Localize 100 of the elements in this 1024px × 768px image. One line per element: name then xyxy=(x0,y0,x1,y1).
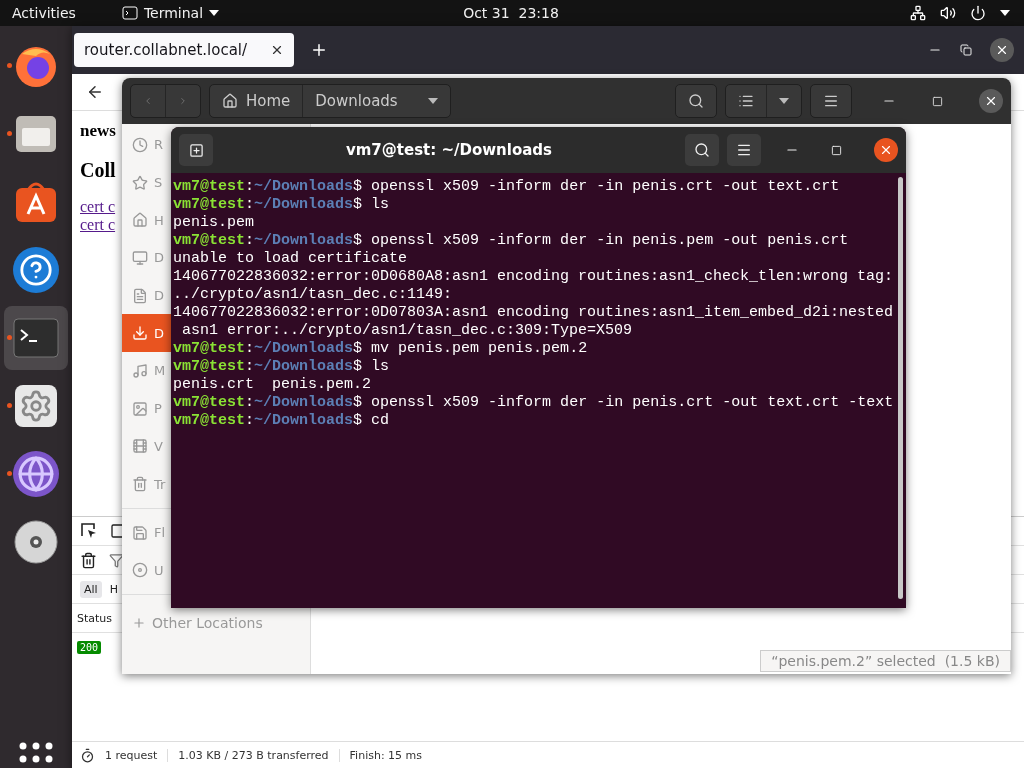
path-button[interactable]: Downloads xyxy=(303,85,450,117)
home-icon xyxy=(222,93,238,109)
sidebar-item[interactable]: D xyxy=(122,314,171,353)
terminal-line: asn1 error:../crypto/asn1/tasn_dec.c:309:Type=X509 xyxy=(181,322,634,340)
running-indicator xyxy=(7,131,12,136)
running-indicator xyxy=(7,335,12,340)
running-indicator xyxy=(7,63,12,68)
disc-icon xyxy=(132,562,148,579)
terminal-line: unable to load certificate xyxy=(173,250,409,268)
caret-icon xyxy=(209,10,220,16)
back-icon[interactable] xyxy=(86,83,104,101)
page-link[interactable]: cert c xyxy=(80,216,116,234)
sidebar-item[interactable]: V xyxy=(122,427,171,466)
settings-icon[interactable] xyxy=(15,385,57,427)
terminal-line: penis.crt penis.pem.2 xyxy=(173,376,373,394)
power-icon[interactable] xyxy=(970,5,986,21)
activities-button[interactable]: Activities xyxy=(12,5,76,21)
sidebar-item[interactable]: H xyxy=(122,201,171,240)
close-button[interactable] xyxy=(874,138,898,162)
network-icon[interactable] xyxy=(910,5,926,21)
close-icon xyxy=(879,143,893,157)
filter-tab[interactable]: H xyxy=(105,580,122,598)
terminal-line: vm7@test:~/Downloads$ ls xyxy=(173,196,391,214)
browser-tab[interactable]: router.collabnet.local/ xyxy=(74,33,294,67)
search-icon xyxy=(694,142,710,158)
new-tab-icon xyxy=(188,142,204,158)
window-title: vm7@test: ~/Downloads xyxy=(344,141,554,159)
new-tab-button[interactable] xyxy=(179,134,213,166)
menu-icon xyxy=(736,142,752,158)
clock[interactable]: Oct 31 23:18 xyxy=(463,5,559,21)
starred-icon xyxy=(132,174,148,191)
disc-icon[interactable] xyxy=(13,519,59,565)
sidebar-item[interactable]: Other Locations xyxy=(122,609,310,638)
list-icon xyxy=(738,93,754,109)
search-icon xyxy=(688,93,704,109)
page-title: Coll xyxy=(80,159,117,182)
sidebar-item[interactable]: D xyxy=(122,276,171,315)
terminal-line: vm7@test:~/Downloads$ openssl x509 -inform der -in penis.pem -out penis.crt xyxy=(173,232,850,250)
desktop-icon xyxy=(132,249,148,266)
globe-icon[interactable] xyxy=(13,451,59,497)
music-icon xyxy=(132,362,148,379)
terminal-icon[interactable] xyxy=(13,318,59,358)
terminal-line: vm7@test:~/Downloads$ ls xyxy=(173,358,391,376)
terminal-line: 140677022836032:error:0D0680A8:asn1 encoding routines:asn1_check_tlen:wrong tag: xyxy=(173,268,895,286)
sidebar-item[interactable]: Fl xyxy=(122,513,171,552)
running-indicator xyxy=(7,403,12,408)
maximize-icon[interactable] xyxy=(831,144,842,156)
caret-icon xyxy=(427,98,438,104)
status-text: Finish: 15 ms xyxy=(349,748,424,762)
terminal-line: ../crypto/asn1/tasn_dec.c:1149: xyxy=(173,286,454,304)
menu-button[interactable] xyxy=(727,134,761,166)
pick-element-icon[interactable] xyxy=(80,522,98,540)
terminal-line: vm7@test:~/Downloads$ mv penis.pem penis.pem.2 xyxy=(173,340,589,358)
selection-status: “penis.pem.2” selected (1.5 kB) xyxy=(760,650,1011,672)
menu-icon xyxy=(823,93,839,109)
search-button[interactable] xyxy=(685,134,719,166)
filter-icon[interactable] xyxy=(109,552,124,568)
running-indicator xyxy=(7,471,12,476)
filter-tab[interactable]: All xyxy=(80,580,102,598)
column-header: Status xyxy=(77,611,113,625)
caret-icon xyxy=(1000,10,1010,16)
timer-icon xyxy=(80,747,95,763)
trash-icon[interactable] xyxy=(80,551,97,569)
folder-icon[interactable] xyxy=(14,114,58,154)
home-icon xyxy=(132,212,148,229)
terminal-line: penis.pem xyxy=(173,214,255,232)
plus-icon xyxy=(132,616,146,631)
terminal-line: 140677022836032:error:0D07803A:asn1 encoding routines:asn1_item_embed_d2i:nested xyxy=(173,304,895,322)
close-icon[interactable] xyxy=(270,43,284,57)
close-icon xyxy=(984,94,998,108)
help-icon[interactable] xyxy=(13,247,59,293)
maximize-icon[interactable] xyxy=(932,95,943,107)
sidebar-item[interactable]: D xyxy=(122,239,171,277)
status-code: 200 xyxy=(77,640,102,654)
path-button[interactable]: Home xyxy=(210,85,304,117)
downloads-icon xyxy=(132,325,148,342)
floppy-icon xyxy=(132,524,148,541)
volume-icon[interactable] xyxy=(940,5,956,21)
new-tab-icon[interactable] xyxy=(310,41,328,59)
close-button[interactable] xyxy=(990,38,1014,62)
shopping-bag-icon[interactable] xyxy=(14,180,58,224)
videos-icon xyxy=(132,438,148,455)
status-text: 1.03 KB / 273 B transferred xyxy=(178,748,340,762)
close-icon xyxy=(995,43,1009,57)
restore-icon[interactable] xyxy=(960,44,972,56)
status-text: 1 request xyxy=(105,748,169,762)
sidebar-item[interactable]: Tr xyxy=(122,465,171,503)
page-heading: news xyxy=(80,121,117,141)
page-link[interactable]: cert c xyxy=(80,198,116,216)
terminal-line: vm7@test:~/Downloads$ openssl x509 -inform der -in penis.crt -out text.crt -text xyxy=(173,394,895,412)
sidebar-item[interactable]: P xyxy=(122,389,171,428)
sidebar-item[interactable]: U xyxy=(122,551,171,590)
sidebar-item[interactable]: R xyxy=(122,126,171,164)
close-button[interactable] xyxy=(979,89,1003,113)
sidebar-item[interactable]: S xyxy=(122,163,171,202)
terminal-icon xyxy=(121,6,138,20)
sidebar-item[interactable]: M xyxy=(122,352,171,390)
caret-icon xyxy=(779,98,789,104)
terminal-line: vm7@test:~/Downloads$ cd xyxy=(173,412,391,430)
app-menu[interactable]: Terminal xyxy=(143,5,204,21)
